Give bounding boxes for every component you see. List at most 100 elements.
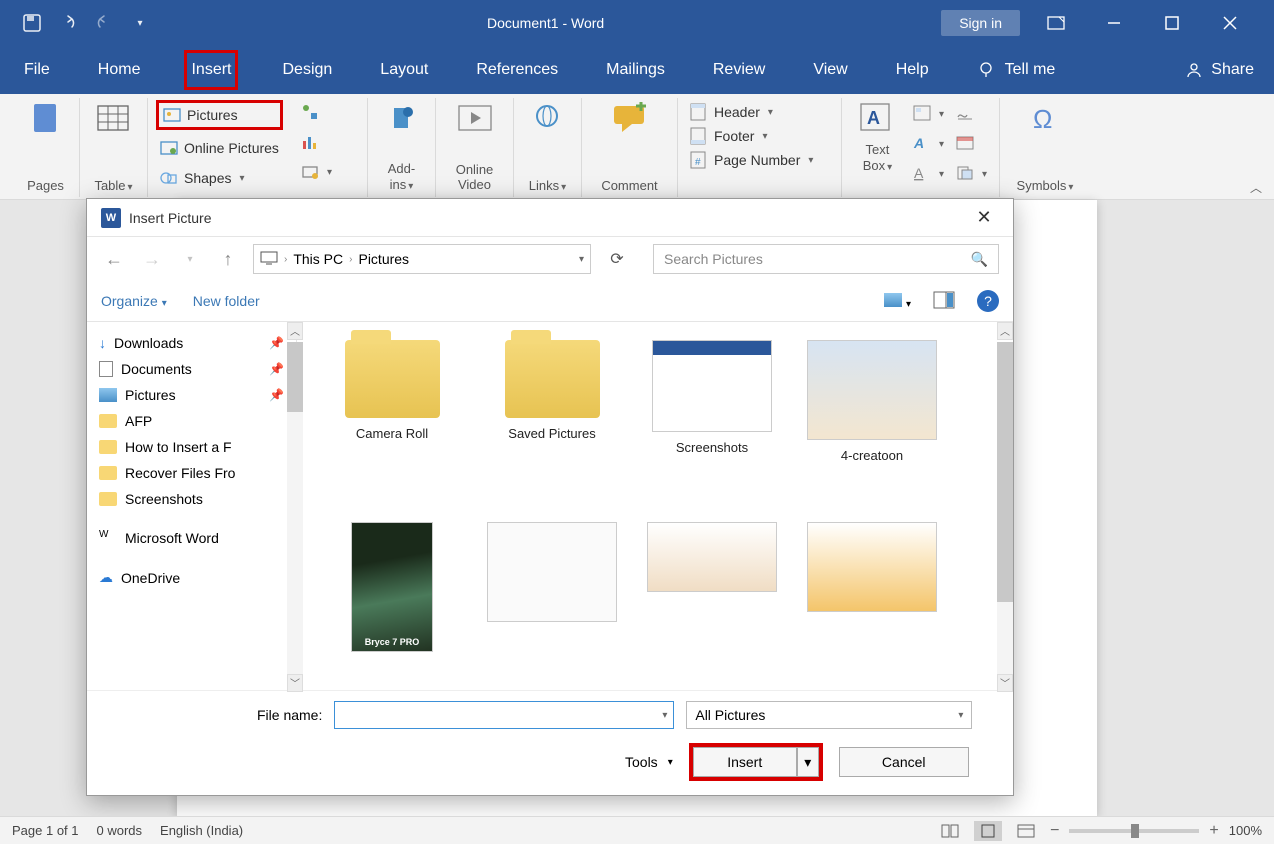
signin-button[interactable]: Sign in xyxy=(941,10,1020,36)
tree-documents[interactable]: Documents📌 xyxy=(87,356,296,382)
file-type-filter[interactable]: All Pictures▾ xyxy=(686,701,972,729)
tree-afp[interactable]: AFP xyxy=(87,408,296,434)
dialog-close-button[interactable]: ✕ xyxy=(969,207,999,228)
up-button[interactable]: ↑ xyxy=(215,246,241,272)
file-bryce7[interactable]: Bryce 7 PRO xyxy=(317,522,467,690)
minimize-button[interactable] xyxy=(1092,8,1136,38)
files-scrollbar[interactable]: ︿﹀ xyxy=(997,322,1013,690)
chart-button[interactable] xyxy=(297,130,336,154)
tree-screenshots[interactable]: Screenshots xyxy=(87,486,296,512)
close-button[interactable] xyxy=(1208,8,1252,38)
file-thumb-2[interactable] xyxy=(477,522,627,690)
insert-dropdown-button[interactable]: ▾ xyxy=(797,747,819,777)
address-bar[interactable]: › This PC › Pictures ▾ xyxy=(253,244,591,274)
view-options-button[interactable]: ▾ xyxy=(884,293,911,310)
tree-howto[interactable]: How to Insert a F xyxy=(87,434,296,460)
symbols-button[interactable]: Ω xyxy=(1021,100,1069,140)
drop-cap-button[interactable]: A xyxy=(909,162,948,186)
shapes-button[interactable]: Shapes xyxy=(156,166,283,190)
tab-layout[interactable]: Layout xyxy=(376,53,432,87)
tab-design[interactable]: Design xyxy=(278,53,336,87)
forward-button[interactable]: → xyxy=(139,246,165,272)
lightbulb-icon xyxy=(977,61,995,79)
organize-button[interactable]: Organize ▾ xyxy=(101,293,167,309)
tab-references[interactable]: References xyxy=(472,53,562,87)
tree-onedrive[interactable]: ☁OneDrive xyxy=(87,564,296,591)
zoom-out-button[interactable]: − xyxy=(1050,822,1059,840)
online-video-button[interactable] xyxy=(451,100,499,140)
undo-icon[interactable] xyxy=(58,13,78,33)
tab-help[interactable]: Help xyxy=(892,53,933,87)
tools-button[interactable]: Tools▾ xyxy=(625,754,673,770)
image-thumb xyxy=(807,340,937,440)
screenshot-button[interactable] xyxy=(297,160,336,184)
ribbon-display-icon[interactable] xyxy=(1034,8,1078,38)
read-mode-button[interactable] xyxy=(936,821,964,841)
help-button[interactable]: ? xyxy=(977,290,999,312)
signature-line-button[interactable] xyxy=(952,102,991,126)
tree-recover[interactable]: Recover Files Fro xyxy=(87,460,296,486)
crumb-this-pc[interactable]: This PC xyxy=(293,251,343,267)
cancel-button[interactable]: Cancel xyxy=(839,747,969,777)
addins-label: Add-ins xyxy=(376,161,427,193)
file-4-creatoon[interactable]: 4-creatoon xyxy=(797,340,947,510)
tab-view[interactable]: View xyxy=(809,53,851,87)
textbox-button[interactable]: AText Box xyxy=(850,100,905,176)
insert-button[interactable]: Insert xyxy=(693,747,797,777)
preview-pane-button[interactable] xyxy=(933,291,955,312)
table-button[interactable] xyxy=(90,100,138,140)
tab-insert[interactable]: Insert xyxy=(184,50,238,90)
page-number-button[interactable]: #Page Number xyxy=(686,148,817,172)
smartart-button[interactable] xyxy=(297,100,336,124)
quick-parts-button[interactable] xyxy=(909,102,948,126)
print-layout-button[interactable] xyxy=(974,821,1002,841)
crumb-pictures[interactable]: Pictures xyxy=(358,251,409,267)
tab-mailings[interactable]: Mailings xyxy=(602,53,669,87)
date-time-button[interactable] xyxy=(952,132,991,156)
chevron-down-icon[interactable]: ▾ xyxy=(579,254,584,265)
comment-button[interactable] xyxy=(606,100,654,140)
refresh-button[interactable]: ⟳ xyxy=(603,245,631,273)
filename-input[interactable]: ▾ xyxy=(334,701,674,729)
zoom-in-button[interactable]: + xyxy=(1209,822,1218,840)
footer-button[interactable]: Footer xyxy=(686,124,772,148)
file-thumb-4[interactable] xyxy=(797,522,947,690)
tree-downloads[interactable]: ↓Downloads📌 xyxy=(87,330,296,356)
online-pictures-button[interactable]: Online Pictures xyxy=(156,136,283,160)
share-button[interactable]: Share xyxy=(1185,61,1254,79)
page-indicator[interactable]: Page 1 of 1 xyxy=(12,823,79,838)
maximize-button[interactable] xyxy=(1150,8,1194,38)
back-button[interactable]: ← xyxy=(101,246,127,272)
links-button[interactable] xyxy=(524,100,572,140)
pages-button[interactable] xyxy=(22,100,70,140)
folder-camera-roll[interactable]: Camera Roll xyxy=(317,340,467,510)
tab-review[interactable]: Review xyxy=(709,53,769,87)
language-indicator[interactable]: English (India) xyxy=(160,823,243,838)
web-layout-button[interactable] xyxy=(1012,821,1040,841)
wordart-button[interactable]: A xyxy=(909,132,948,156)
tab-home[interactable]: Home xyxy=(94,53,145,87)
tree-pictures[interactable]: Pictures📌 xyxy=(87,382,296,408)
word-count[interactable]: 0 words xyxy=(97,823,143,838)
tell-me-button[interactable]: Tell me xyxy=(973,53,1060,87)
file-thumb-3[interactable] xyxy=(637,522,787,690)
save-icon[interactable] xyxy=(22,13,42,33)
recent-locations-button[interactable]: ▾ xyxy=(177,246,203,272)
new-folder-button[interactable]: New folder xyxy=(193,293,260,309)
search-input[interactable]: Search Pictures 🔍 xyxy=(653,244,999,274)
folder-screenshots[interactable]: Screenshots xyxy=(637,340,787,510)
zoom-slider[interactable] xyxy=(1069,829,1199,833)
tree-msword[interactable]: WMicrosoft Word xyxy=(87,524,296,552)
header-button[interactable]: Header xyxy=(686,100,777,124)
qat-customize-icon[interactable]: ▾ xyxy=(130,13,150,33)
addins-button[interactable] xyxy=(378,100,426,140)
tree-scrollbar[interactable]: ︿﹀ xyxy=(287,322,303,690)
collapse-ribbon-icon[interactable]: ︿ xyxy=(1250,179,1262,196)
object-button[interactable] xyxy=(952,162,991,186)
chevron-down-icon[interactable]: ▾ xyxy=(662,710,667,721)
folder-saved-pictures[interactable]: Saved Pictures xyxy=(477,340,627,510)
zoom-level[interactable]: 100% xyxy=(1229,823,1262,838)
tab-file[interactable]: File xyxy=(20,53,54,87)
pictures-button[interactable]: Pictures xyxy=(156,100,283,130)
redo-icon[interactable] xyxy=(94,13,114,33)
